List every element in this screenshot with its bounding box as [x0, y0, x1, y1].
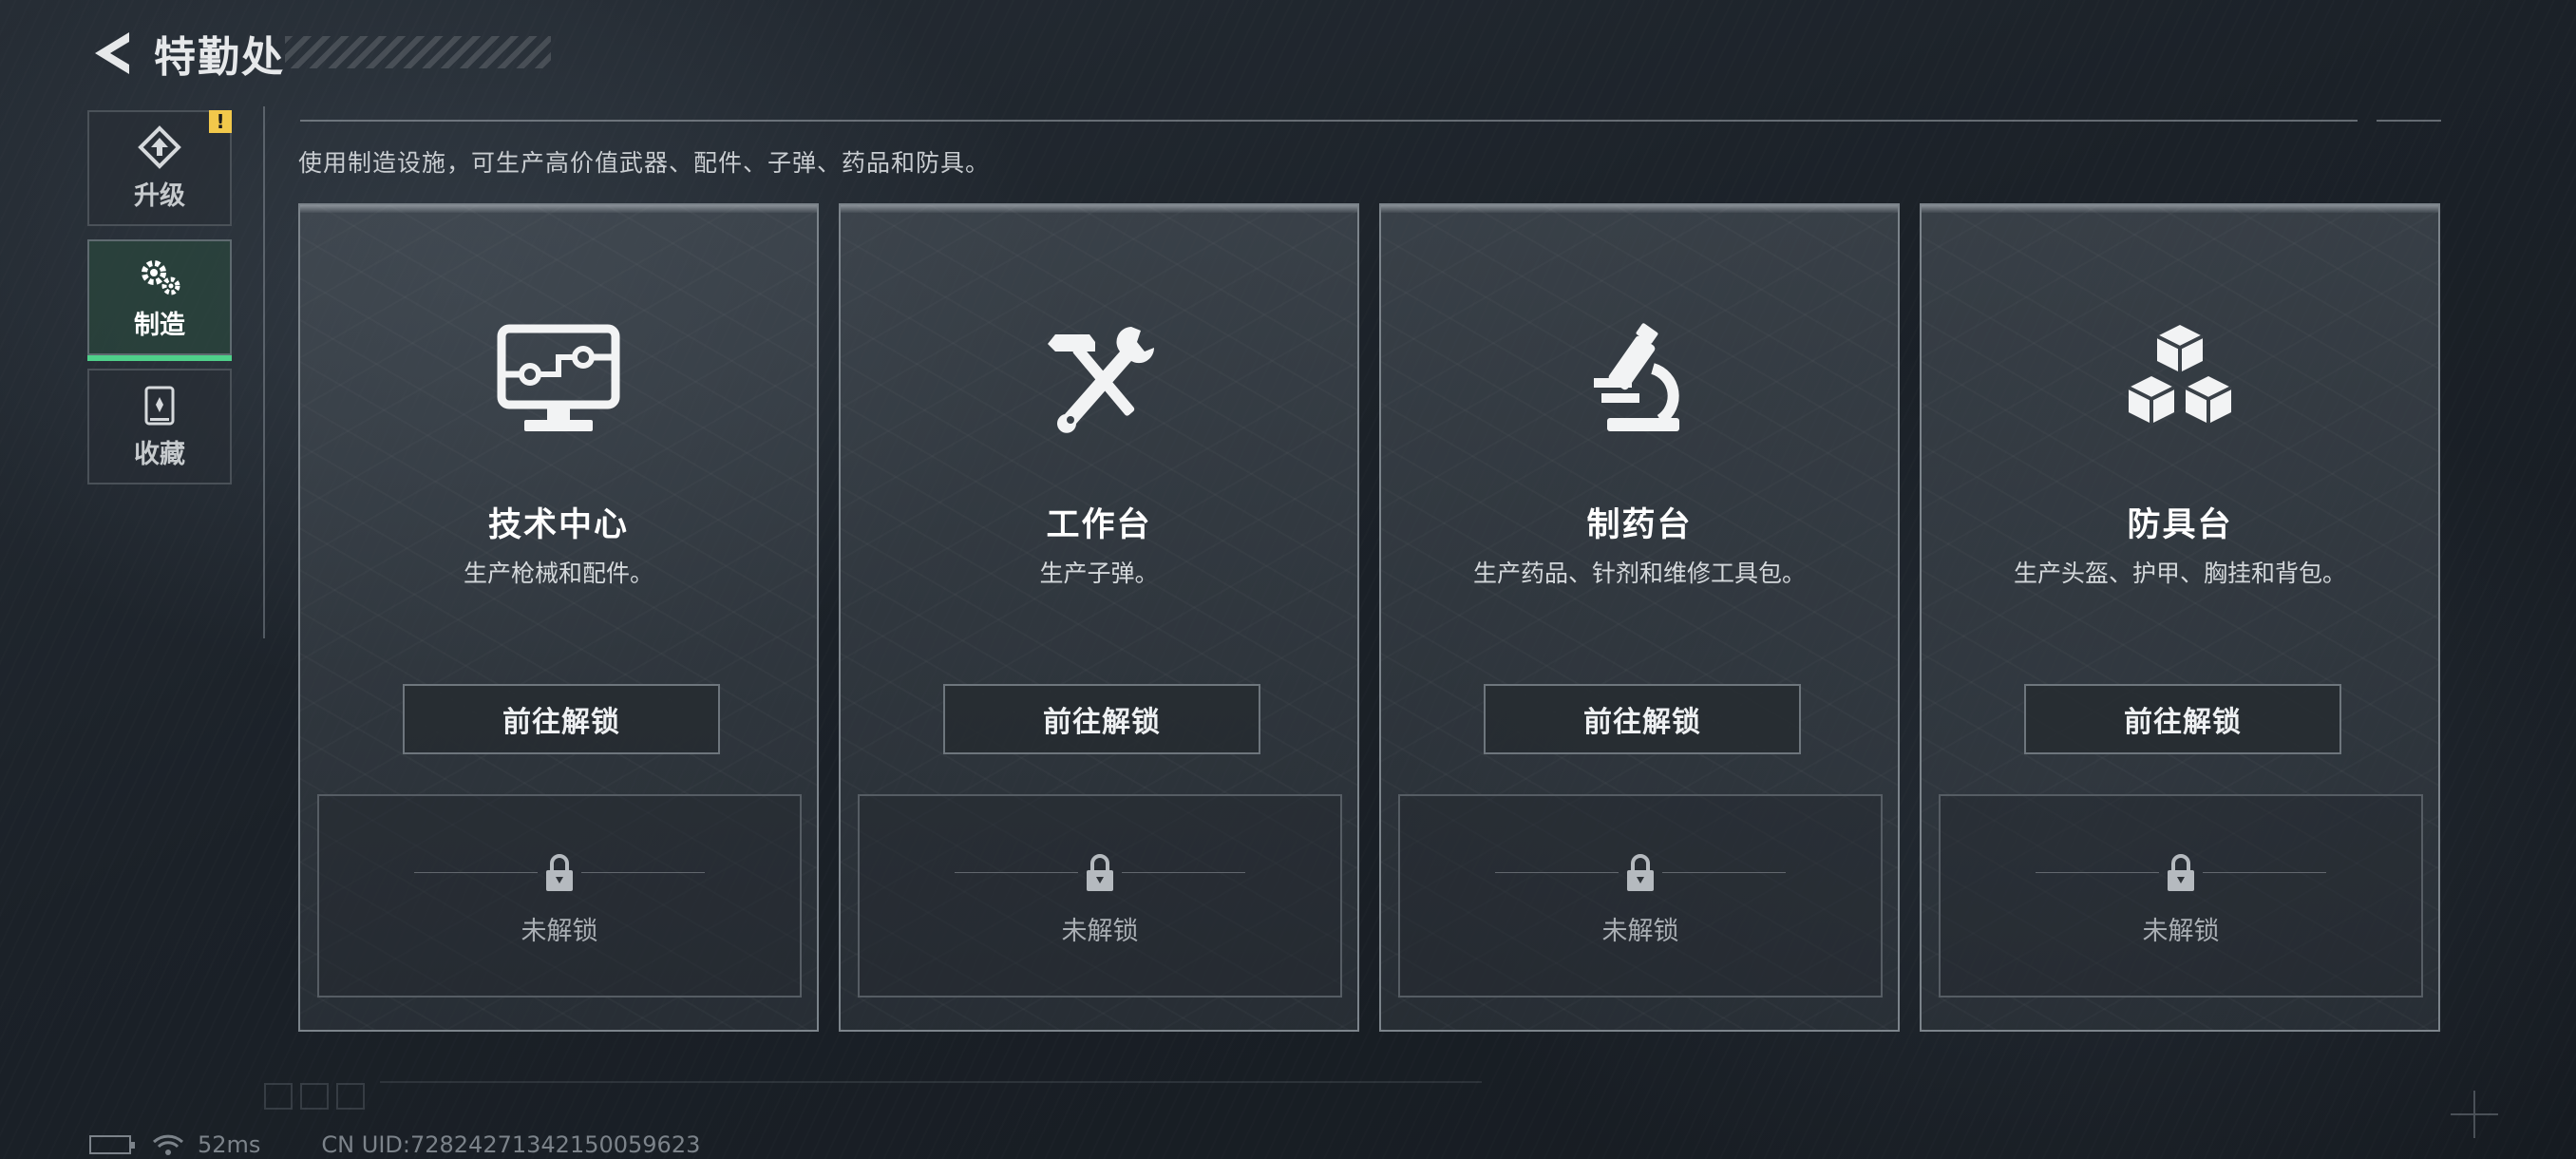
lock-icon: [546, 854, 573, 891]
sidebar: ! 升级 制造 收藏: [87, 110, 234, 498]
locked-panel: 未解锁: [858, 794, 1342, 998]
lock-icon: [1087, 854, 1113, 891]
facility-card-armor[interactable]: 防具台 生产头盔、护甲、胸挂和背包。 前往解锁 未解锁: [1920, 203, 2440, 1032]
go-unlock-button[interactable]: 前往解锁: [943, 684, 1260, 754]
header: 特勤处: [87, 25, 298, 82]
top-divider-end: [2377, 120, 2441, 122]
locked-label: 未解锁: [1601, 917, 1679, 946]
locked-label: 未解锁: [1061, 917, 1139, 946]
upgrade-icon: [135, 124, 184, 169]
alert-badge: !: [209, 110, 232, 133]
facility-card-tech-center[interactable]: 技术中心 生产枪械和配件。 前往解锁 未解锁: [298, 203, 819, 1032]
ping-readout: 52ms: [198, 1131, 261, 1158]
back-arrow-icon: [95, 32, 129, 74]
bottom-decoration-line: [380, 1081, 1482, 1091]
page-description: 使用制造设施，可生产高价值武器、配件、子弹、药品和防具。: [298, 149, 991, 177]
card-title: 工作台: [1046, 506, 1152, 544]
sidebar-item-label: 制造: [134, 310, 185, 340]
go-unlock-button[interactable]: 前往解锁: [1484, 684, 1801, 754]
locked-panel: 未解锁: [1398, 794, 1883, 998]
lock-icon: [2168, 854, 2194, 891]
user-uid: CN UID:72824271342150059623: [321, 1131, 701, 1158]
locked-panel: 未解锁: [317, 794, 802, 998]
card-subtitle: 生产头盔、护甲、胸挂和背包。: [2013, 560, 2346, 587]
page-title: 特勤处: [154, 33, 285, 82]
card-title: 制药台: [1586, 506, 1693, 544]
status-bar: 52ms CN UID:72824271342150059623: [89, 1130, 700, 1159]
card-subtitle: 生产枪械和配件。: [463, 560, 653, 587]
facility-card-pharmacy[interactable]: 制药台 生产药品、针剂和维修工具包。 前往解锁 未解锁: [1379, 203, 1900, 1032]
gear-icon: [135, 255, 184, 298]
sidebar-item-collection[interactable]: 收藏: [87, 369, 232, 484]
facility-card-workbench[interactable]: 工作台 生产子弹。 前往解锁 未解锁: [839, 203, 1359, 1032]
collection-icon: [135, 384, 184, 428]
top-divider: [300, 120, 2358, 122]
sidebar-item-craft[interactable]: 制造: [87, 239, 232, 361]
cubes-icon: [2128, 325, 2232, 424]
card-subtitle: 生产子弹。: [1039, 560, 1159, 587]
sidebar-item-label: 升级: [134, 180, 185, 211]
sidebar-item-label: 收藏: [134, 439, 185, 469]
locked-label: 未解锁: [521, 917, 598, 946]
battery-icon: [89, 1135, 135, 1154]
microscope-icon: [1594, 323, 1679, 431]
wifi-icon: [152, 1134, 184, 1155]
computer-icon: [497, 324, 620, 431]
go-unlock-button[interactable]: 前往解锁: [403, 684, 720, 754]
card-title: 技术中心: [487, 506, 629, 544]
locked-label: 未解锁: [2142, 917, 2220, 946]
lock-icon: [1627, 854, 1654, 891]
card-subtitle: 生产药品、针剂和维修工具包。: [1472, 560, 1806, 587]
go-unlock-button[interactable]: 前往解锁: [2024, 684, 2341, 754]
sidebar-item-upgrade[interactable]: ! 升级: [87, 110, 232, 226]
locked-panel: 未解锁: [1939, 794, 2423, 998]
title-stripes-decoration: [285, 36, 551, 68]
sidebar-divider: [263, 106, 265, 638]
back-button[interactable]: [87, 27, 135, 80]
card-title: 防具台: [2127, 506, 2233, 544]
hammer-wrench-icon: [1048, 327, 1155, 433]
bottom-decoration-squares: [264, 1083, 365, 1110]
corner-crosshair-decoration: [2451, 1091, 2498, 1138]
